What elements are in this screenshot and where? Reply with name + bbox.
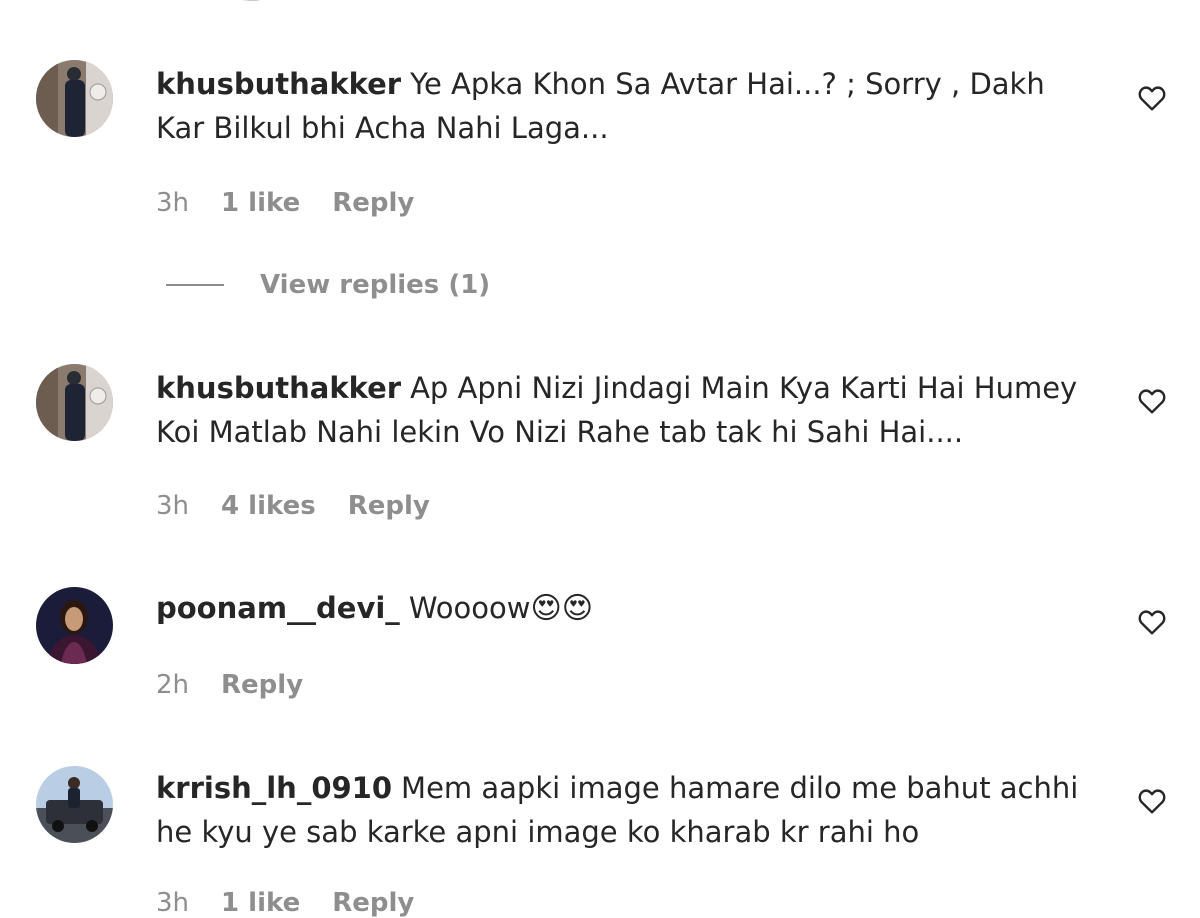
- reply-button[interactable]: Reply: [348, 491, 430, 521]
- cutoff-meta-row: 3h 1 like Reply: [156, 888, 414, 918]
- cutoff-top-text: [242, 0, 262, 1]
- comment-likes[interactable]: 4 likes: [221, 491, 316, 521]
- view-replies-button[interactable]: View replies (1): [166, 270, 490, 300]
- comment-time: 3h: [156, 491, 190, 521]
- comment-username[interactable]: khusbuthakker: [156, 371, 401, 405]
- comment-time: 3h: [156, 888, 190, 918]
- heart-eyes-emoji: 😍😍: [530, 591, 594, 626]
- avatar[interactable]: [36, 364, 113, 441]
- comment-likes[interactable]: 1 like: [221, 188, 300, 218]
- comment-username[interactable]: krrish_lh_0910: [156, 771, 392, 805]
- heart-outline-icon[interactable]: [1136, 606, 1168, 638]
- comment-likes[interactable]: 1 like: [221, 888, 300, 918]
- comment-username[interactable]: khusbuthakker: [156, 67, 401, 101]
- reply-button[interactable]: Reply: [332, 888, 414, 918]
- comment-username[interactable]: poonam__devi_: [156, 591, 400, 625]
- heart-outline-icon[interactable]: [1136, 785, 1168, 817]
- heart-outline-icon[interactable]: [1136, 82, 1168, 114]
- reply-button[interactable]: Reply: [221, 670, 303, 700]
- view-replies-label: View replies (1): [260, 270, 491, 300]
- comment-time: 2h: [156, 670, 190, 700]
- reply-button[interactable]: Reply: [332, 188, 414, 218]
- comment-time: 3h: [156, 188, 190, 218]
- comment-text: Woooow: [408, 591, 531, 625]
- avatar[interactable]: [36, 766, 113, 843]
- avatar[interactable]: [36, 60, 113, 137]
- heart-outline-icon[interactable]: [1136, 385, 1168, 417]
- avatar[interactable]: [36, 587, 113, 664]
- divider-line: [166, 284, 224, 286]
